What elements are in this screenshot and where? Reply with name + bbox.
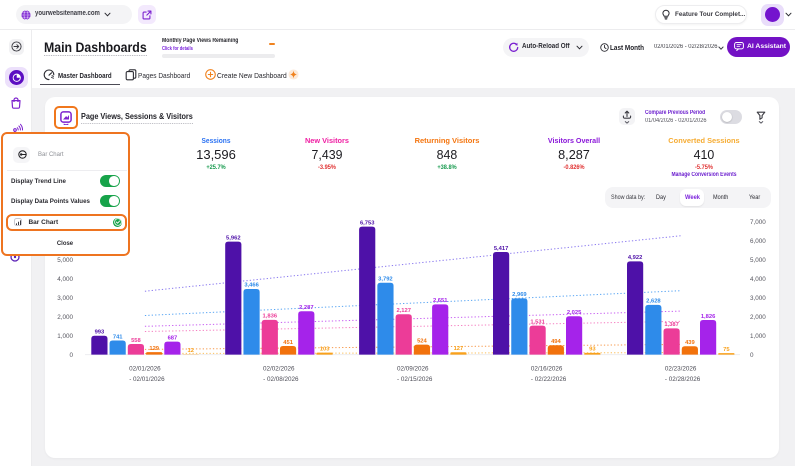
svg-text:- 02/08/2026: - 02/08/2026 — [263, 376, 299, 383]
svg-text:0: 0 — [69, 352, 73, 359]
svg-text:2,628: 2,628 — [646, 299, 661, 305]
svg-text:993: 993 — [95, 330, 105, 336]
svg-text:1,000: 1,000 — [57, 333, 73, 340]
svg-text:- 02/28/2026: - 02/28/2026 — [665, 376, 701, 383]
svg-text:451: 451 — [283, 340, 293, 346]
svg-text:524: 524 — [417, 339, 427, 345]
svg-text:5,000: 5,000 — [57, 257, 73, 264]
svg-text:1,836: 1,836 — [263, 314, 278, 320]
svg-text:93: 93 — [589, 347, 596, 353]
svg-text:2,651: 2,651 — [433, 298, 448, 304]
svg-text:1,531: 1,531 — [530, 319, 545, 325]
svg-text:4,000: 4,000 — [750, 276, 766, 283]
svg-text:3,000: 3,000 — [750, 295, 766, 302]
svg-text:5,000: 5,000 — [750, 257, 766, 264]
svg-text:1,826: 1,826 — [701, 314, 716, 320]
svg-text:687: 687 — [168, 335, 178, 341]
svg-text:2,127: 2,127 — [396, 308, 411, 314]
svg-text:741: 741 — [113, 334, 123, 340]
svg-text:6,753: 6,753 — [360, 221, 375, 227]
svg-text:12: 12 — [187, 348, 193, 354]
svg-text:2,969: 2,969 — [512, 292, 527, 298]
svg-text:5,417: 5,417 — [494, 246, 509, 252]
svg-text:7,000: 7,000 — [750, 219, 766, 226]
svg-text:3,466: 3,466 — [244, 283, 259, 289]
svg-text:127: 127 — [454, 346, 464, 352]
svg-text:02/09/2026: 02/09/2026 — [397, 366, 429, 373]
svg-text:5,962: 5,962 — [226, 236, 241, 242]
svg-text:558: 558 — [131, 338, 141, 344]
svg-text:1,000: 1,000 — [750, 333, 766, 340]
svg-text:- 02/22/2026: - 02/22/2026 — [531, 376, 567, 383]
svg-text:4,000: 4,000 — [57, 276, 73, 283]
svg-text:- 02/15/2026: - 02/15/2026 — [397, 376, 433, 383]
svg-text:3,792: 3,792 — [378, 277, 393, 283]
svg-text:4,922: 4,922 — [628, 255, 643, 261]
svg-text:02/16/2026: 02/16/2026 — [531, 366, 563, 373]
svg-text:2,287: 2,287 — [299, 305, 314, 311]
svg-text:- 02/01/2026: - 02/01/2026 — [129, 376, 165, 383]
svg-text:129: 129 — [149, 346, 159, 352]
svg-text:0: 0 — [750, 352, 754, 359]
svg-text:3,000: 3,000 — [57, 295, 73, 302]
svg-text:75: 75 — [723, 347, 730, 353]
svg-text:494: 494 — [551, 339, 561, 345]
svg-text:02/02/2026: 02/02/2026 — [263, 366, 295, 373]
svg-text:02/23/2026: 02/23/2026 — [665, 366, 697, 373]
svg-text:103: 103 — [320, 346, 330, 352]
svg-text:02/01/2026: 02/01/2026 — [129, 366, 161, 373]
svg-text:439: 439 — [685, 340, 695, 346]
svg-text:2,000: 2,000 — [750, 314, 766, 321]
svg-text:2,000: 2,000 — [57, 314, 73, 321]
svg-text:6,000: 6,000 — [750, 238, 766, 245]
svg-text:1,387: 1,387 — [664, 322, 679, 328]
svg-text:2,025: 2,025 — [567, 310, 582, 316]
